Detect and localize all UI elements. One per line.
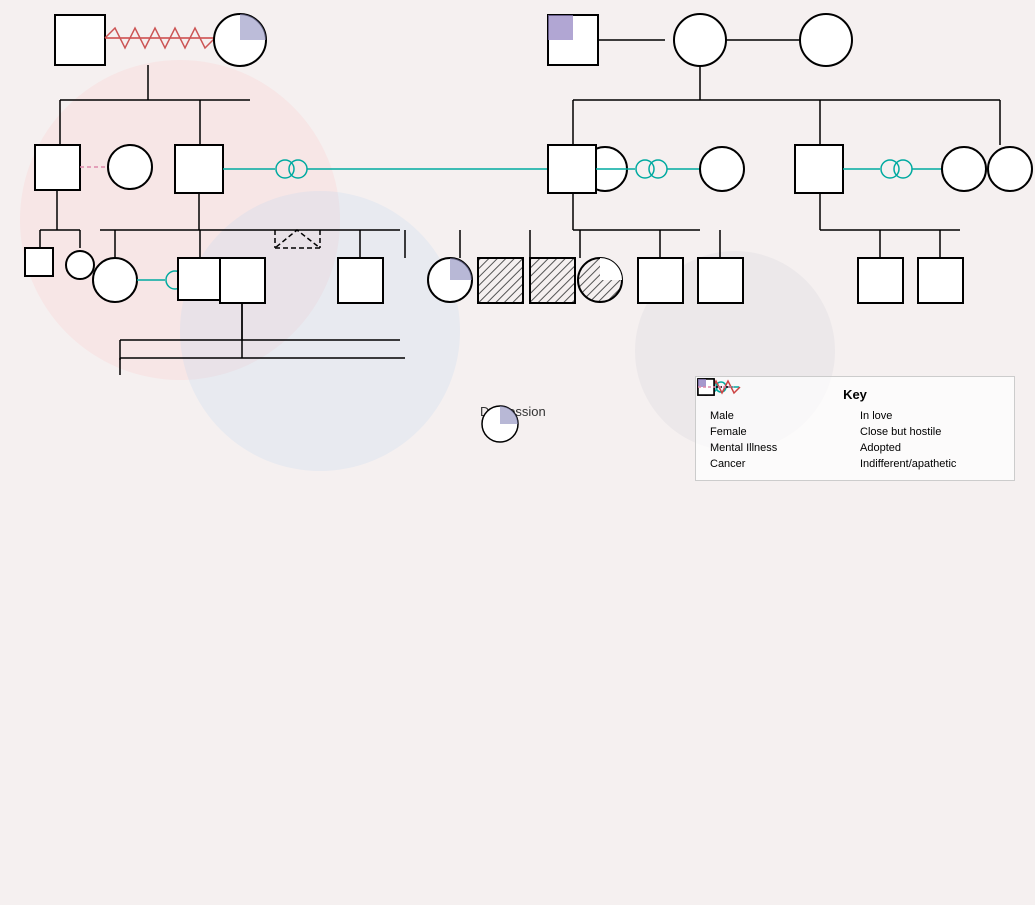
legend-grid: Male In love Female Close but hostile (710, 410, 1000, 470)
legend-indifferent: Indifferent/apathetic (860, 458, 1000, 470)
depression-key-item: Depression (480, 404, 546, 419)
legend-panel: Key Male In love Female (695, 376, 1015, 481)
legend-indifferent-symbol (696, 377, 1035, 878)
